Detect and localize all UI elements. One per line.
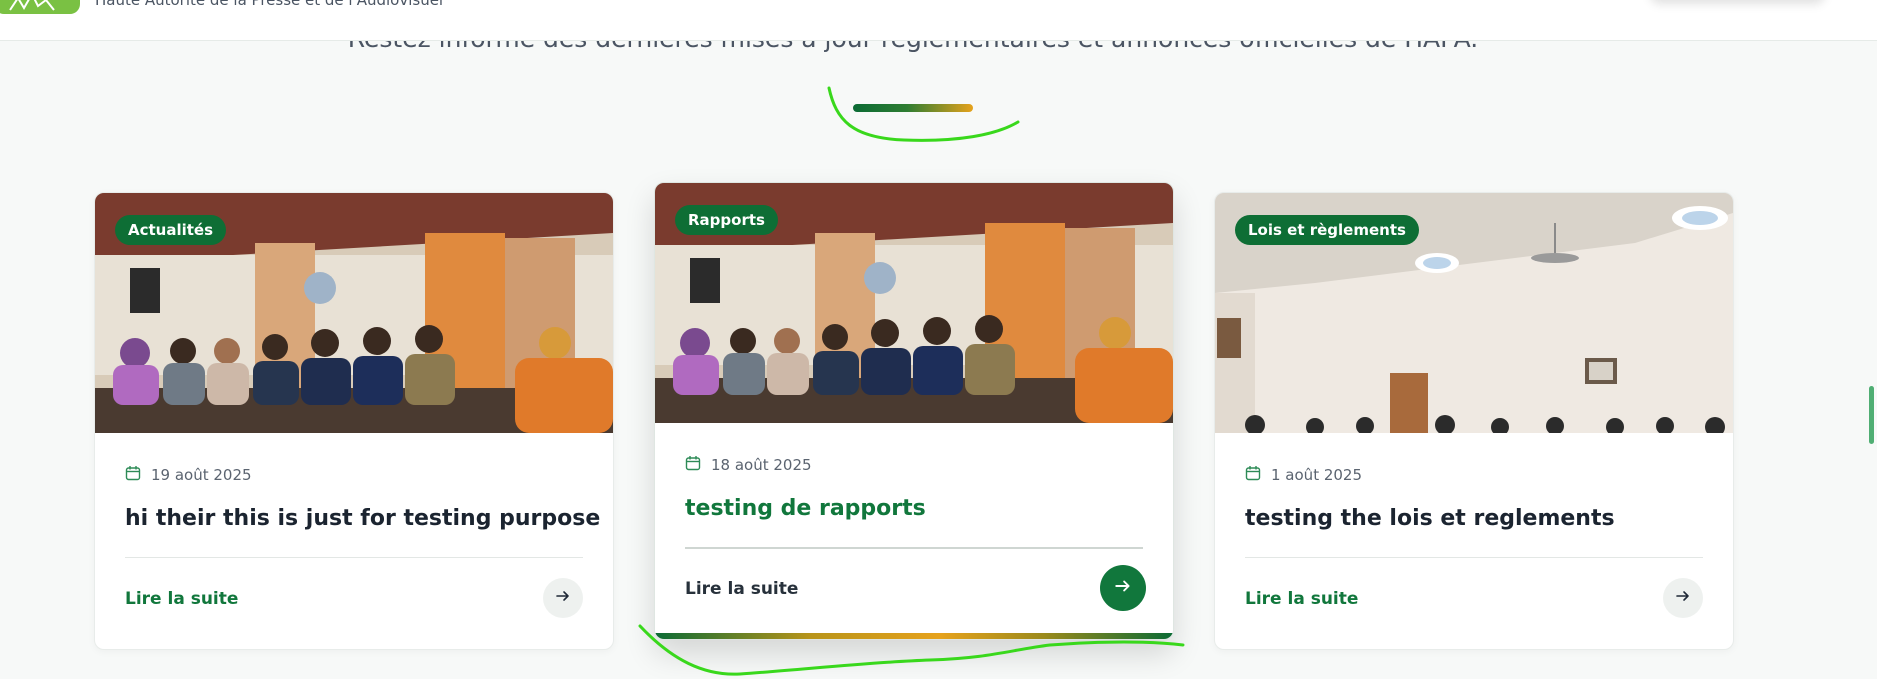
read-more-button[interactable] [1100, 565, 1146, 611]
calendar-icon [685, 455, 701, 475]
news-card[interactable]: Lois et règlements 1 août 2025 testing t… [1214, 192, 1734, 650]
hapa-logo[interactable] [0, 0, 80, 14]
card-date-row: 18 août 2025 [685, 455, 812, 475]
read-more-link[interactable]: Lire la suite [125, 589, 238, 609]
card-date: 18 août 2025 [711, 456, 812, 474]
read-more-button[interactable] [543, 578, 583, 618]
calendar-icon [1245, 465, 1261, 485]
card-title[interactable]: testing the lois et reglements [1245, 506, 1715, 531]
read-more-link[interactable]: Lire la suite [1245, 589, 1358, 609]
card-title[interactable]: hi their this is just for testing purpos… [125, 506, 600, 531]
card-divider [125, 557, 583, 558]
scrollbar-thumb[interactable] [1869, 386, 1874, 444]
news-card[interactable]: Actualités 19 août 2025 hi their this is… [94, 192, 614, 650]
card-date: 1 août 2025 [1271, 466, 1363, 484]
category-badge[interactable]: Rapports [675, 205, 778, 235]
arrow-right-icon [555, 588, 571, 608]
category-badge[interactable]: Actualités [115, 215, 227, 245]
read-more-button[interactable] [1663, 578, 1703, 618]
card-date-row: 1 août 2025 [1245, 465, 1362, 485]
card-date: 19 août 2025 [151, 466, 252, 484]
news-card-featured[interactable]: Rapports 18 août 2025 testing de rapport… [654, 182, 1174, 640]
arrow-right-icon [1675, 588, 1691, 608]
org-name: Haute Autorité de la Presse et de l'Audi… [95, 0, 444, 9]
arrow-right-icon [1114, 577, 1132, 599]
card-divider [685, 547, 1143, 549]
calendar-icon [125, 465, 141, 485]
section-divider [853, 104, 973, 112]
category-badge[interactable]: Lois et règlements [1235, 215, 1419, 245]
read-more-link[interactable]: Lire la suite [685, 579, 798, 599]
card-title[interactable]: testing de rapports [685, 496, 1155, 521]
site-header: Haute Autorité de la Presse et de l'Audi… [0, 0, 1877, 41]
card-divider [1245, 557, 1703, 558]
card-date-row: 19 août 2025 [125, 465, 252, 485]
